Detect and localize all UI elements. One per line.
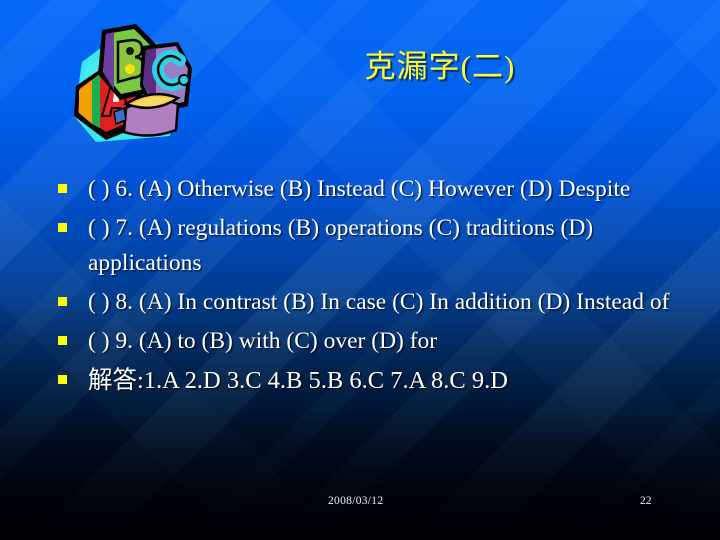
list-item[interactable]: ( ) 8. (A) In contrast (B) In case (C) I… xyxy=(58,285,674,320)
list-item[interactable]: ( ) 7. (A) regulations (B) operations (C… xyxy=(58,211,674,281)
square-bullet-icon xyxy=(58,184,67,193)
list-item-text: ( ) 8. (A) In contrast (B) In case (C) I… xyxy=(88,289,670,315)
list-item-answers[interactable]: 解答:1.A 2.D 3.C 4.B 5.B 6.C 7.A 8.C 9.D xyxy=(58,363,674,398)
list-item[interactable]: ( ) 6. (A) Otherwise (B) Instead (C) How… xyxy=(58,172,674,207)
slide: 克漏字(二) ( ) 6. (A) Otherwise (B) Instead … xyxy=(0,0,720,540)
square-bullet-icon xyxy=(58,297,67,306)
list-item[interactable]: ( ) 9. (A) to (B) with (C) over (D) for xyxy=(58,324,674,359)
footer-page-number: 22 xyxy=(640,495,652,507)
footer-date: 2008/03/12 xyxy=(328,495,384,507)
square-bullet-icon xyxy=(58,223,67,232)
square-bullet-icon xyxy=(58,336,67,345)
answer-key-text: 解答:1.A 2.D 3.C 4.B 5.B 6.C 7.A 8.C 9.D xyxy=(88,367,508,394)
slide-title: 克漏字(二) xyxy=(364,49,516,84)
list-item-text: ( ) 9. (A) to (B) with (C) over (D) for xyxy=(88,328,438,354)
list-item-text: ( ) 7. (A) regulations (B) operations (C… xyxy=(88,215,594,276)
square-bullet-icon xyxy=(58,375,67,384)
list-item-text: ( ) 6. (A) Otherwise (B) Instead (C) How… xyxy=(88,176,631,202)
bullet-list: ( ) 6. (A) Otherwise (B) Instead (C) How… xyxy=(58,172,674,402)
abc-blocks-logo xyxy=(62,20,194,150)
